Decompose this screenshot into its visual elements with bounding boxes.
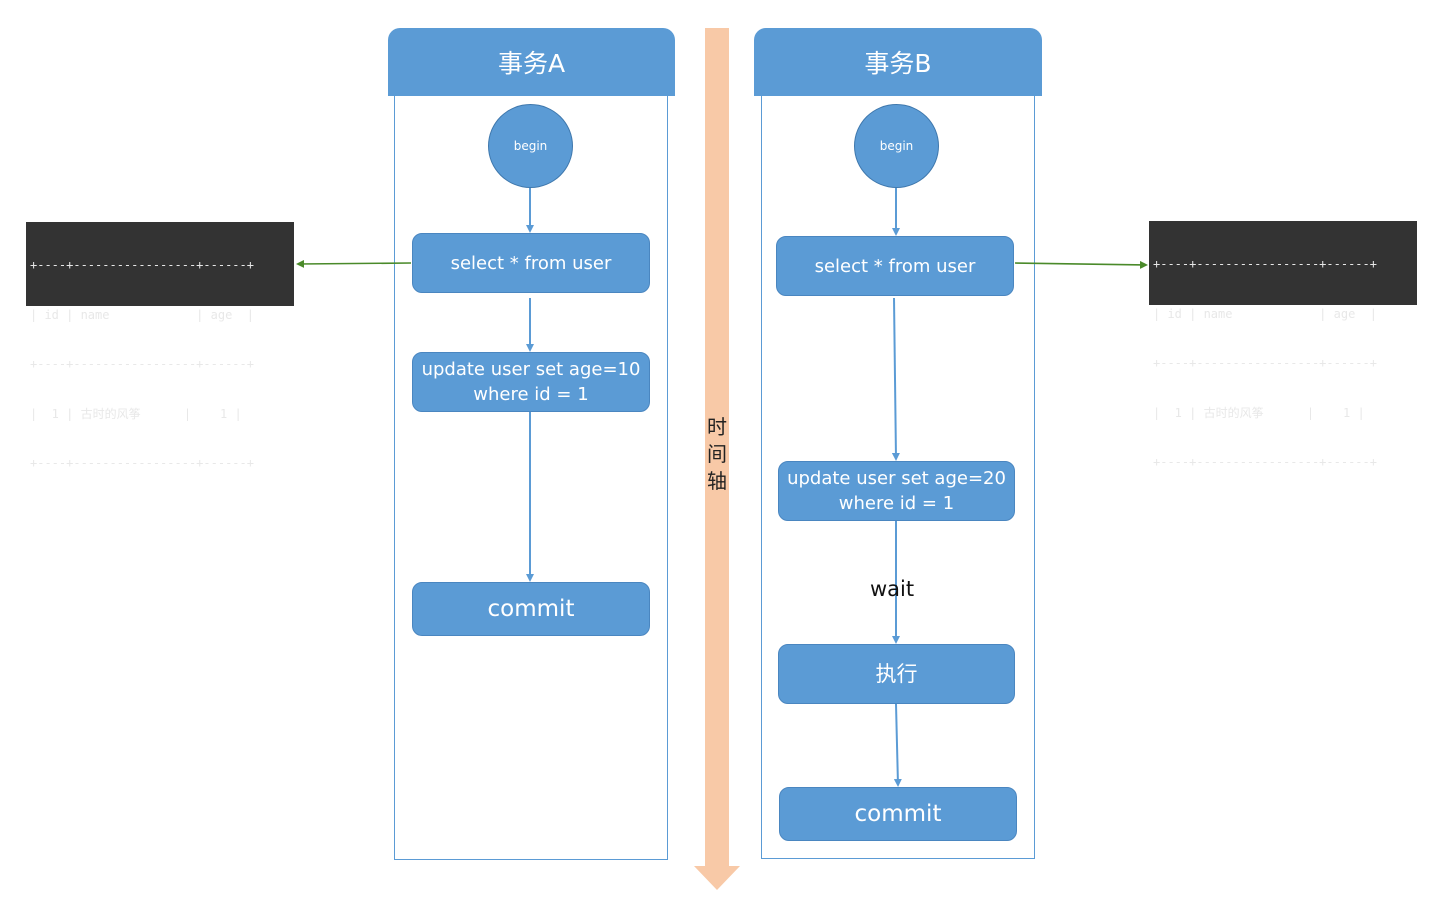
result-header-row: | id | name | age |: [30, 307, 254, 322]
result-line: +----+-----------------+------+: [30, 258, 254, 272]
arrow-b-select-to-update: [891, 297, 900, 461]
result-data-row: | 1 | 古时的风筝 | 1 |: [30, 406, 242, 421]
arrow-a-select-to-result: [296, 259, 412, 268]
result-header-row: | id | name | age |: [1153, 306, 1377, 321]
result-line: +----+-----------------+------+: [1153, 257, 1377, 271]
result-line: +----+-----------------+------+: [30, 357, 254, 371]
arrow-b-execute-to-commit: [893, 703, 902, 787]
result-line: +----+-----------------+------+: [1153, 356, 1377, 370]
result-table-right: +----+-----------------+------+ | id | n…: [1149, 221, 1417, 469]
result-table-left: +----+-----------------+------+ | id | n…: [26, 222, 294, 470]
result-data-row: | 1 | 古时的风筝 | 1 |: [1153, 405, 1365, 420]
result-line: +----+-----------------+------+: [30, 456, 254, 470]
arrow-b-select-to-result: [1014, 260, 1148, 269]
result-line: +----+-----------------+------+: [1153, 455, 1377, 469]
wait-label: wait: [870, 577, 915, 601]
